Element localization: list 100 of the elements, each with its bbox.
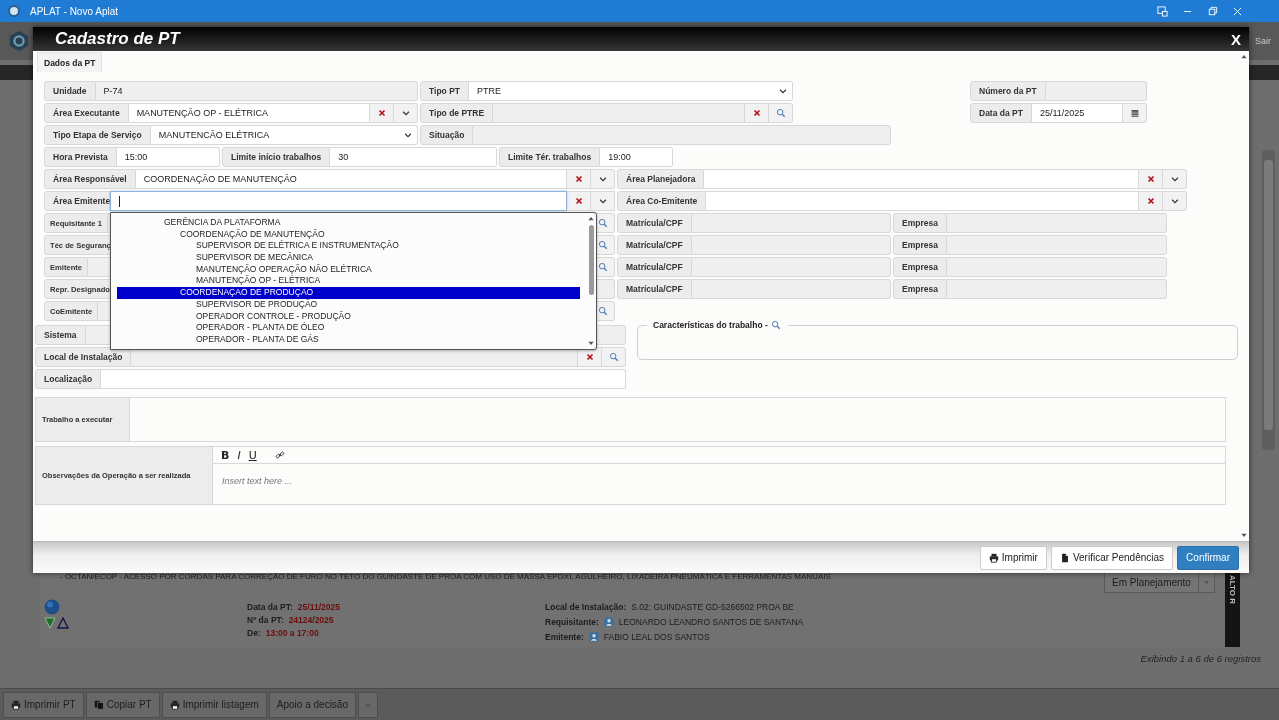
link-icon — [274, 450, 285, 460]
scroll-thumb[interactable] — [588, 225, 594, 295]
dropdown-option[interactable]: SUPERVISOR DE PRODUÇÃO — [117, 298, 580, 311]
search-icon — [597, 218, 608, 228]
confirm-button[interactable]: Confirmar — [1177, 545, 1239, 570]
close-button[interactable]: X — [1229, 30, 1243, 48]
text-field[interactable] — [691, 279, 891, 299]
clear-icon — [573, 174, 584, 184]
clear-button[interactable] — [1139, 191, 1163, 211]
text-field[interactable] — [110, 191, 567, 211]
text-field[interactable] — [946, 257, 1167, 277]
footer-button[interactable]: Verificar Pendências — [1050, 545, 1174, 570]
text-field[interactable] — [946, 279, 1167, 299]
text-field[interactable] — [691, 213, 891, 233]
dropdown-option[interactable]: COORDENAÇÃO DE MANUTENÇÃO — [117, 228, 580, 241]
text-field[interactable] — [946, 235, 1167, 255]
italic-button[interactable]: I — [235, 448, 243, 462]
text-field[interactable] — [691, 235, 891, 255]
text-field[interactable]: 30 — [330, 147, 497, 167]
field-label: Limite Tér. trabalhos — [499, 147, 601, 167]
detail-value: 24124/2025 — [288, 615, 334, 625]
chevron-down-icon — [597, 174, 608, 184]
dropdown-option[interactable]: SUPERVISOR DE MECÂNICA — [117, 252, 580, 264]
search-button[interactable] — [769, 319, 782, 331]
field-label: Matrícula/CPF — [617, 213, 692, 233]
dropdown-option[interactable]: COORDENAÇAO DE PRODUÇAO — [117, 287, 580, 299]
chevron-down-icon — [597, 196, 608, 206]
text-field[interactable]: 15:00 — [116, 147, 220, 167]
screen-icon[interactable] — [1157, 5, 1168, 17]
scroll-down-icon — [1239, 531, 1248, 539]
clear-button[interactable] — [745, 103, 769, 123]
warning-icons-drawing — [44, 617, 70, 629]
search-icon — [597, 262, 608, 272]
text-field[interactable] — [493, 103, 745, 123]
maximize-icon[interactable] — [1207, 5, 1218, 17]
dropdown-button[interactable] — [591, 191, 615, 211]
detail-value: S.02: GUINDASTE GD-5266502 PROA BE — [631, 602, 794, 612]
globe-icon — [44, 599, 60, 615]
footer-button[interactable]: Imprimir — [979, 545, 1047, 570]
field-label: Tipo Etapa de Serviço — [44, 125, 151, 145]
field-label: Empresa — [893, 213, 947, 233]
clear-button[interactable] — [370, 103, 394, 123]
dropdown-option[interactable]: OPERADOR CONTROLE - PRODUÇÃO — [117, 310, 580, 323]
field-label: Área Executante — [44, 103, 129, 123]
detail-value: 13:00 a 17:00 — [265, 628, 319, 638]
text-field[interactable]: P-74 — [95, 81, 418, 101]
tab[interactable]: Dados da PT — [37, 52, 103, 72]
calendar-button[interactable] — [1123, 103, 1147, 123]
person-icon — [588, 632, 599, 642]
dropdown-button[interactable] — [1163, 191, 1187, 211]
clear-button[interactable] — [1139, 169, 1163, 189]
bold-button[interactable]: B — [219, 448, 232, 462]
dropdown-option[interactable]: OPERADOR - PLANTA DE GÁS — [117, 333, 580, 346]
dropdown-option[interactable]: OPERADOR - PLANTA DE ÓLEO — [117, 322, 580, 334]
text-field[interactable]: MANUTENÇÃO OP - ELÉTRICA — [128, 103, 370, 123]
detail-value: FABIO LEAL DOS SANTOS — [603, 632, 710, 642]
field-label: Localização — [35, 369, 102, 389]
text-field[interactable] — [101, 369, 626, 389]
logo-icon — [8, 30, 30, 52]
detail-value: LEONARDO LEANDRO SANTOS DE SANTANA — [618, 617, 804, 627]
chevron-down-icon — [403, 130, 413, 140]
status-select[interactable]: Em Planejamento — [1104, 572, 1215, 593]
search-icon — [608, 352, 619, 362]
logout-link[interactable]: Sair — [1255, 36, 1271, 46]
underline-button[interactable]: U — [246, 448, 259, 462]
dropdown-option[interactable]: GERÊNCIA DA PLATAFORMA — [117, 217, 580, 229]
clear-button[interactable] — [567, 191, 591, 211]
copy-icon — [93, 699, 104, 710]
scroll-thumb[interactable] — [1264, 160, 1273, 430]
text-field[interactable] — [706, 191, 1139, 211]
detail-label: Data da PT: — [247, 602, 293, 612]
text-field[interactable] — [946, 213, 1167, 233]
text-field[interactable] — [691, 257, 891, 277]
close-icon[interactable] — [1232, 5, 1243, 17]
field-label: Matrícula/CPF — [617, 257, 692, 277]
editor-field[interactable]: Insert text here ... — [213, 464, 1226, 505]
calendar-icon — [1129, 108, 1140, 118]
window-title: APLAT - Novo Aplat — [30, 5, 118, 17]
dropdown-button[interactable] — [394, 103, 418, 123]
text-field[interactable] — [704, 169, 1139, 189]
select-field[interactable]: PTRE — [469, 81, 793, 101]
field-label: Tipo PT — [420, 81, 469, 101]
select-field[interactable]: MANUTENCÃO ELÉTRICA — [150, 125, 418, 145]
clear-button[interactable] — [567, 169, 591, 189]
dropdown-option[interactable]: MANUTENÇÃO OP - ELÉTRICA — [117, 275, 580, 288]
text-field[interactable]: 25/11/2025 — [1031, 103, 1123, 123]
field-label: Área Co-Emitente — [617, 191, 707, 211]
detail-label: Local de Instalação: — [545, 602, 627, 612]
text-field[interactable]: 19:00 — [600, 147, 673, 167]
dropdown-option[interactable]: SUPERVISOR DE ELÉTRICA E INSTRUMENTAÇÃO — [117, 240, 580, 253]
field-label: Situação — [420, 125, 474, 145]
dropdown-button[interactable] — [1163, 169, 1187, 189]
text-field[interactable]: COORDENAÇÃO DE MANUTENÇÃO — [135, 169, 567, 189]
dropdown-button[interactable] — [591, 169, 615, 189]
text-field[interactable] — [1045, 81, 1147, 101]
field-label: Hora Prevista — [44, 147, 117, 167]
dropdown-option[interactable]: MANUTENÇÃO OPERAÇÃO NÃO ELÉTRICA — [117, 263, 580, 276]
text-field[interactable] — [473, 125, 891, 145]
text-cursor — [119, 195, 120, 207]
chevron-down-icon — [1169, 196, 1180, 206]
